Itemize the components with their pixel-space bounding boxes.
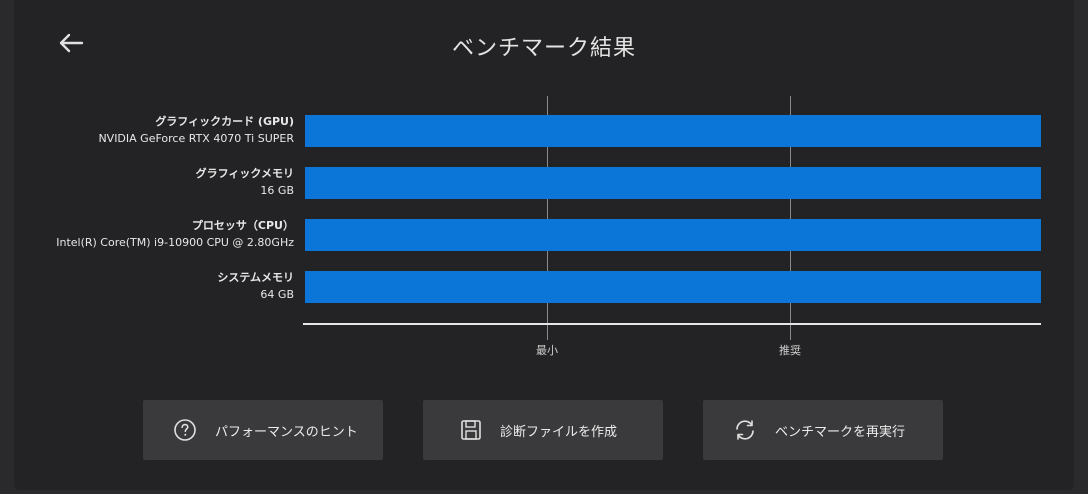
- tick-label-recommended: 推奨: [779, 344, 801, 357]
- save-disk-icon: [461, 420, 481, 440]
- bar-1: [305, 167, 1041, 199]
- row-label-vram: グラフィックメモリ 16 GB: [196, 165, 294, 199]
- bar-3: [305, 271, 1041, 303]
- question-circle-icon: [174, 419, 196, 441]
- row-value: NVIDIA GeForce RTX 4070 Ti SUPER: [98, 132, 294, 145]
- page-title: ベンチマーク結果: [451, 36, 636, 61]
- row-value: 16 GB: [260, 184, 294, 197]
- row-name: グラフィックメモリ: [195, 167, 294, 180]
- bar-2: [305, 219, 1041, 251]
- button-label: 診断ファイルを作成: [500, 425, 618, 440]
- row-value: Intel(R) Core(TM) i9-10900 CPU @ 2.80GHz: [56, 236, 294, 249]
- row-name: システムメモリ: [217, 271, 294, 284]
- tick-label-min: 最小: [536, 344, 558, 357]
- row-label-cpu: プロセッサ（CPU） Intel(R) Core(TM) i9-10900 CP…: [56, 217, 294, 251]
- row-value: 64 GB: [260, 288, 294, 301]
- row-name: グラフィックカード (GPU): [155, 115, 294, 128]
- row-name: プロセッサ（CPU）: [191, 219, 294, 232]
- refresh-icon: [736, 420, 754, 440]
- button-label: ベンチマークを再実行: [775, 425, 906, 440]
- button-label: パフォーマンスのヒント: [215, 425, 358, 440]
- rerun-benchmark-button[interactable]: ベンチマークを再実行: [703, 400, 943, 460]
- row-label-ram: システムメモリ 64 GB: [217, 269, 294, 303]
- performance-hints-button[interactable]: パフォーマンスのヒント: [143, 400, 383, 460]
- bar-0: [305, 115, 1041, 147]
- create-diagnostic-file-button[interactable]: 診断ファイルを作成: [423, 400, 663, 460]
- row-label-gpu: グラフィックカード (GPU) NVIDIA GeForce RTX 4070 …: [98, 113, 294, 147]
- x-axis: [303, 323, 1041, 325]
